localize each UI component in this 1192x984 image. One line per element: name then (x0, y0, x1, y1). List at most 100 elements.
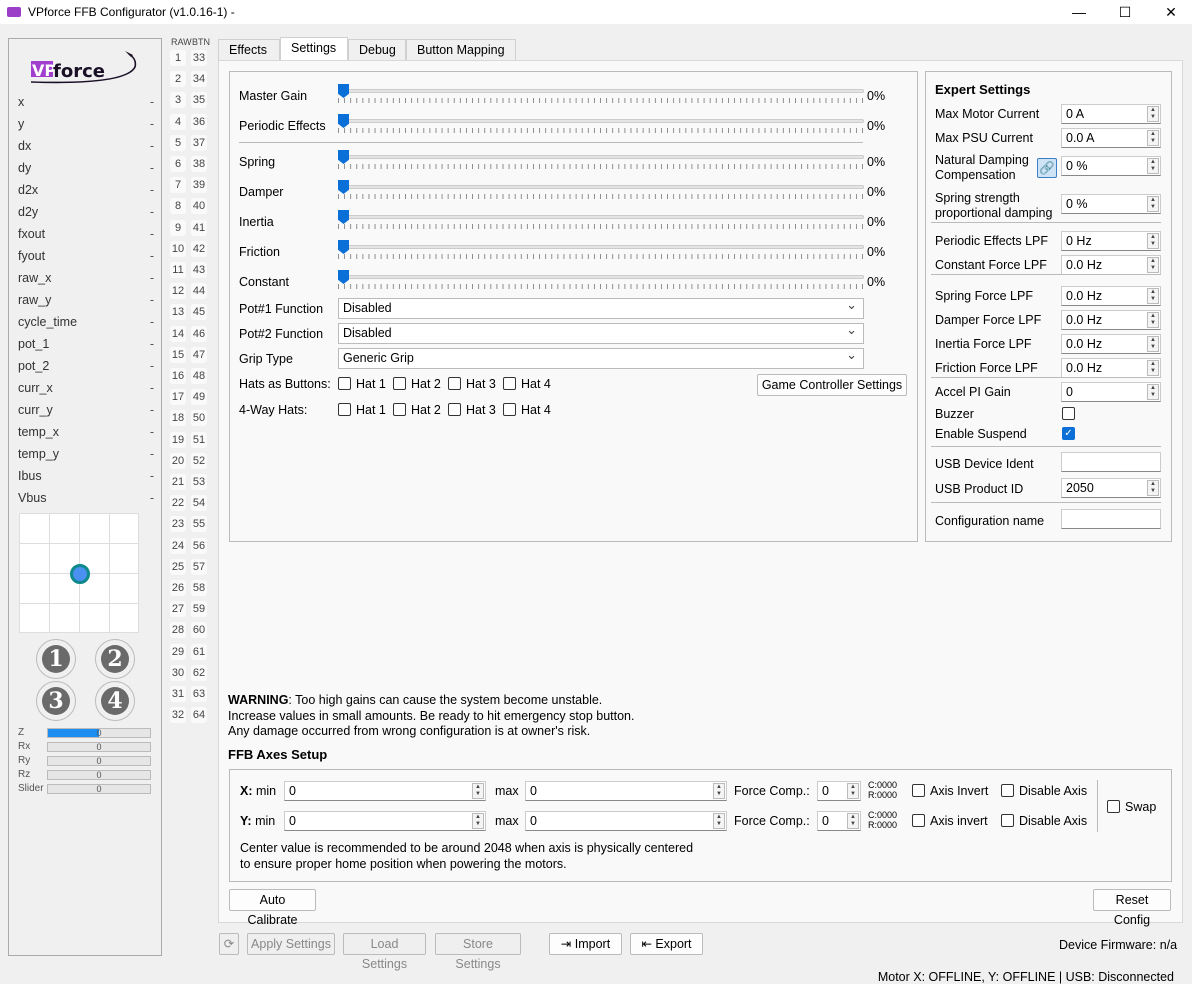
expert-spinbox[interactable]: 0.0 Hz ▲ ▼ (1061, 310, 1161, 330)
slider-handle[interactable] (338, 84, 349, 98)
four-way-hats-hat-1-checkbox[interactable]: Hat 1 (338, 403, 386, 417)
four-way-hats-hat-3-checkbox[interactable]: Hat 3 (448, 403, 496, 417)
button-indicator-18: 18 (170, 410, 186, 427)
store-settings-button[interactable]: Store Settings (435, 933, 521, 971)
hats-as-buttons-hat-2-checkbox[interactable]: Hat 2 (393, 377, 441, 391)
slider-label: Inertia (239, 215, 274, 229)
enable-suspend-checkbox[interactable]: ✓ (1062, 427, 1075, 440)
slider-handle[interactable] (338, 180, 349, 194)
apply-settings-button[interactable]: Apply Settings (247, 933, 335, 955)
slider-handle[interactable] (338, 210, 349, 224)
stat-fyout: fyout - (18, 249, 154, 263)
periodic-effects-slider[interactable] (338, 114, 864, 137)
minimize-button[interactable]: — (1056, 0, 1102, 24)
configuration-name-input[interactable] (1061, 509, 1161, 529)
damper-slider[interactable] (338, 180, 864, 203)
slider-value: 0% (867, 155, 886, 169)
stick-position-marker (70, 564, 90, 584)
tab-effects[interactable]: Effects (218, 39, 280, 61)
hats-as-buttons-hat-1-checkbox[interactable]: Hat 1 (338, 377, 386, 391)
slider-handle[interactable] (338, 240, 349, 254)
expert-spinbox[interactable]: 0 % ▲ ▼ (1061, 194, 1161, 214)
axis-invert-checkbox[interactable]: Axis invert (912, 814, 988, 828)
device-firmware: Device Firmware: n/a (1059, 938, 1178, 952)
pot-1-function-select[interactable]: Disabled (338, 297, 864, 319)
stat-pot_2: pot_2- (18, 359, 154, 373)
usb-device-ident-label: USB Device Ident (935, 457, 1034, 471)
reset-config-button[interactable]: Reset Config (1093, 889, 1171, 927)
expert-spinbox[interactable]: 0.0 Hz ▲ ▼ (1061, 286, 1161, 306)
axis-max-spinbox[interactable]: 0 ▲ ▼ (525, 781, 727, 801)
load-settings-button[interactable]: Load Settings (343, 933, 426, 971)
hat-indicator-4: 4 (95, 681, 135, 721)
slider-value: 0% (867, 119, 886, 133)
expert-spinbox[interactable]: 0.0 Hz ▲ ▼ (1061, 334, 1161, 354)
disable-axis-checkbox[interactable]: Disable Axis (1001, 784, 1087, 798)
button-indicator-49: 49 (191, 389, 207, 406)
stat-d2y: d2y - (18, 205, 154, 219)
maximize-button[interactable]: ☐ (1102, 0, 1148, 24)
expert-label: Natural Damping Compensation (935, 153, 1029, 182)
expert-spinbox[interactable]: 0.0 Hz ▲ ▼ (1061, 358, 1161, 378)
slider-handle[interactable] (338, 270, 349, 284)
axis-label: Y: min (240, 814, 276, 828)
hats-as-buttons-hat-4-checkbox[interactable]: Hat 4 (503, 377, 551, 391)
slider-handle[interactable] (338, 150, 349, 164)
center-note: Center value is recommended to be around… (240, 841, 694, 871)
expert-spinbox[interactable]: 0.0 A ▲ ▼ (1061, 128, 1161, 148)
tab-button-mapping[interactable]: Button Mapping (406, 39, 516, 61)
axis-invert-checkbox[interactable]: Axis Invert (912, 784, 988, 798)
spring-slider[interactable] (338, 150, 864, 173)
tab-debug[interactable]: Debug (348, 39, 406, 61)
swap-checkbox[interactable]: Swap (1107, 800, 1156, 814)
expert-spinbox[interactable]: 0 Hz ▲ ▼ (1061, 231, 1161, 251)
axis-min-spinbox[interactable]: 0 ▲ ▼ (284, 781, 486, 801)
constant-slider[interactable] (338, 270, 864, 293)
expert-spinbox[interactable]: 0 % ▲ ▼ (1061, 156, 1161, 176)
pot-2-function-select[interactable]: Disabled (338, 322, 864, 344)
game-controller-settings-button[interactable]: Game Controller Settings (757, 374, 907, 396)
stat-dx: dx - (18, 139, 154, 153)
usb-device-ident-input[interactable] (1061, 452, 1161, 472)
refresh-button[interactable]: ⟳ (219, 933, 239, 955)
tab-settings[interactable]: Settings (280, 37, 348, 61)
center-raw-readout: C:0000 R:0000 (868, 780, 898, 800)
auto-calibrate-button[interactable]: Auto Calibrate (229, 889, 316, 927)
inertia-slider[interactable] (338, 210, 864, 233)
button-indicator-39: 39 (191, 177, 207, 194)
four-way-hats-hat-2-checkbox[interactable]: Hat 2 (393, 403, 441, 417)
slider-label: Master Gain (239, 89, 308, 103)
usb-product-id-spinbox[interactable]: 2050 ▲ ▼ (1061, 478, 1161, 498)
four-way-hats-hat-4-checkbox[interactable]: Hat 4 (503, 403, 551, 417)
disable-axis-checkbox[interactable]: Disable Axis (1001, 814, 1087, 828)
select-label: Grip Type (239, 352, 293, 366)
button-indicator-11: 11 (170, 262, 186, 278)
axis-min-spinbox[interactable]: 0 ▲ ▼ (284, 811, 486, 831)
axis-max-spinbox[interactable]: 0 ▲ ▼ (525, 811, 727, 831)
button-indicator-23: 23 (170, 516, 186, 533)
force-comp-spinbox[interactable]: 0 ▲ ▼ (817, 811, 861, 831)
usb-product-id-label: USB Product ID (935, 482, 1024, 496)
close-button[interactable]: ✕ (1148, 0, 1192, 24)
slider-handle[interactable] (338, 114, 349, 128)
master-gain-slider[interactable] (338, 84, 864, 107)
grip-type-select[interactable]: Generic Grip (338, 347, 864, 369)
button-indicator-45: 45 (191, 304, 207, 321)
button-indicator-55: 55 (191, 516, 207, 533)
button-indicator-50: 50 (191, 410, 207, 427)
export-button[interactable]: ⇤ Export (630, 933, 703, 955)
slider-value: 0% (867, 245, 886, 259)
expert-spinbox[interactable]: 0.0 Hz ▲ ▼ (1061, 255, 1161, 275)
link-icon[interactable]: 🔗 (1037, 158, 1057, 178)
friction-slider[interactable] (338, 240, 864, 263)
force-comp-spinbox[interactable]: 0 ▲ ▼ (817, 781, 861, 801)
hats-as-buttons-hat-3-checkbox[interactable]: Hat 3 (448, 377, 496, 391)
stat-dy: dy - (18, 161, 154, 175)
expert-spinbox[interactable]: 0 ▲ ▼ (1061, 382, 1161, 402)
slider-value: 0% (867, 89, 886, 103)
expert-spinbox[interactable]: 0 A ▲ ▼ (1061, 104, 1161, 124)
buzzer-checkbox[interactable] (1062, 407, 1075, 420)
import-button[interactable]: ⇥ Import (549, 933, 622, 955)
stat-Ibus: Ibus - (18, 469, 154, 483)
expert-label: Periodic Effects LPF (935, 234, 1049, 248)
